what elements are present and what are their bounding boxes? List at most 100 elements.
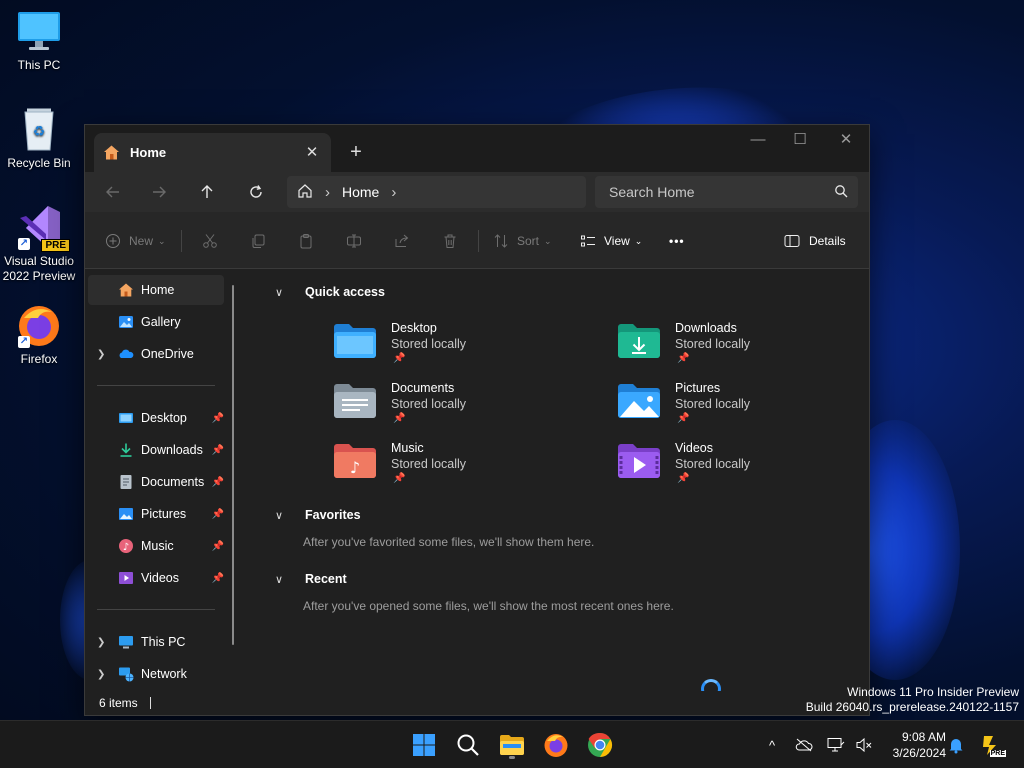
desktop-icon-recycle-bin[interactable]: ♻ Recycle Bin [0, 106, 78, 171]
svg-text:♪: ♪ [123, 542, 129, 553]
pin-icon[interactable]: 📌 [212, 509, 224, 520]
search-button[interactable] [452, 729, 484, 761]
rename-button[interactable] [346, 226, 362, 256]
pin-icon[interactable]: 📌 [212, 477, 224, 488]
quick-access-item-music[interactable]: ♪ Music Stored locally 📌 [333, 441, 553, 497]
maximize-button[interactable]: ☐ [777, 125, 823, 157]
pin-icon[interactable]: 📌 [212, 413, 224, 424]
quick-access-item-videos[interactable]: Videos Stored locally 📌 [617, 441, 837, 497]
sort-button[interactable]: Sort ⌄ [493, 226, 552, 256]
nav-item-downloads[interactable]: Downloads 📌 [88, 435, 224, 465]
shortcut-arrow-icon: ↗ [18, 336, 30, 348]
chevron-down-icon: ∨ [275, 286, 284, 299]
explorer-body: Home Gallery ❯ OneDrive Desktop 📌 Downlo… [85, 269, 869, 699]
details-pane-button[interactable]: Details [784, 226, 846, 256]
forward-button[interactable] [143, 178, 175, 206]
monitor-icon [16, 8, 62, 54]
favorites-empty-message: After you've favorited some files, we'll… [303, 535, 595, 549]
windows-logo-icon [413, 734, 435, 756]
divider [181, 230, 182, 252]
build-watermark: Build 26040.rs_prerelease.240122-1157 [805, 700, 1019, 714]
section-favorites[interactable]: ∨ Favorites [275, 508, 361, 522]
pin-icon[interactable]: 📌 [212, 541, 224, 552]
section-recent[interactable]: ∨ Recent [275, 572, 347, 586]
taskbar-file-explorer[interactable] [496, 729, 528, 761]
paste-button[interactable] [298, 226, 314, 256]
desktop-folder-icon [333, 323, 377, 359]
new-tab-button[interactable]: + [343, 139, 369, 165]
address-bar[interactable]: › Home › [287, 176, 586, 208]
system-clock[interactable]: 9:08 AM 3/26/2024 [880, 729, 946, 761]
notification-bell-icon[interactable] [944, 733, 968, 757]
network-icon[interactable] [824, 733, 848, 757]
pin-icon[interactable]: 📌 [212, 445, 224, 456]
tab-home[interactable]: Home ✕ [94, 133, 331, 172]
pin-icon[interactable]: 📌 [212, 573, 224, 584]
quick-access-item-documents[interactable]: Documents Stored locally 📌 [333, 381, 553, 437]
desktop-icon-firefox[interactable]: ↗ Firefox [0, 302, 78, 367]
nav-item-network[interactable]: ❯ Network [88, 659, 224, 689]
nav-item-home[interactable]: Home [88, 275, 224, 305]
view-button[interactable]: View ⌄ [580, 226, 642, 256]
scrollbar[interactable] [232, 285, 234, 645]
breadcrumb-separator[interactable]: › [325, 184, 330, 201]
minimize-button[interactable]: — [735, 125, 781, 157]
nav-item-desktop[interactable]: Desktop 📌 [88, 403, 224, 433]
firefox-icon [544, 734, 568, 757]
section-quick-access[interactable]: ∨ Quick access [275, 285, 385, 299]
quick-access-item-pictures[interactable]: Pictures Stored locally 📌 [617, 381, 837, 437]
up-button[interactable] [191, 178, 223, 206]
arrow-right-icon [153, 186, 166, 198]
nav-item-videos[interactable]: Videos 📌 [88, 563, 224, 593]
home-icon [118, 282, 134, 298]
nav-item-this-pc[interactable]: ❯ This PC [88, 627, 224, 657]
delete-button[interactable] [442, 226, 458, 256]
refresh-button[interactable] [240, 178, 272, 206]
navigation-bar: › Home › Search Home [85, 172, 869, 212]
copy-button[interactable] [250, 226, 266, 256]
tab-close-button[interactable]: ✕ [301, 142, 323, 164]
nav-item-music[interactable]: ♪ Music 📌 [88, 531, 224, 561]
desktop-icon-this-pc[interactable]: This PC [0, 8, 78, 73]
clock-time: 9:08 AM [901, 730, 946, 744]
quick-access-item-downloads[interactable]: Downloads Stored locally 📌 [617, 321, 837, 377]
close-button[interactable]: ✕ [823, 125, 869, 157]
search-input[interactable]: Search Home [595, 176, 858, 208]
sort-icon [494, 234, 508, 248]
taskbar-chrome[interactable] [584, 729, 616, 761]
visual-studio-icon: PRE ↗ [16, 204, 70, 252]
start-button[interactable] [408, 729, 440, 761]
chevron-down-icon: ∨ [275, 573, 284, 586]
divider [478, 230, 479, 252]
nav-item-onedrive[interactable]: ❯ OneDrive [88, 339, 224, 369]
chevron-right-icon[interactable]: ❯ [97, 637, 105, 648]
trash-icon [444, 234, 456, 248]
title-bar: Home ✕ + — ☐ ✕ [85, 125, 869, 172]
chevron-down-icon: ⌄ [158, 235, 166, 246]
back-button[interactable] [97, 178, 129, 206]
divider [97, 385, 215, 386]
more-options-button[interactable]: ••• [669, 226, 685, 256]
nav-item-gallery[interactable]: Gallery [88, 307, 224, 337]
nav-item-pictures[interactable]: Pictures 📌 [88, 499, 224, 529]
share-button[interactable] [394, 226, 410, 256]
nav-item-documents[interactable]: Documents 📌 [88, 467, 224, 497]
chrome-icon [588, 732, 613, 757]
taskbar-firefox[interactable] [540, 729, 572, 761]
quick-access-item-desktop[interactable]: Desktop Stored locally 📌 [333, 321, 553, 377]
breadcrumb-home[interactable]: Home [342, 184, 379, 200]
desktop-icon-visual-studio[interactable]: PRE ↗ Visual Studio 2022 Preview [0, 204, 78, 284]
divider [97, 609, 215, 610]
insider-preview-icon[interactable]: PRE [978, 733, 1006, 757]
svg-text:♪: ♪ [350, 458, 360, 477]
chevron-right-icon[interactable]: ❯ [97, 349, 105, 360]
network-icon [118, 666, 134, 682]
show-hidden-icons-button[interactable]: ^ [760, 733, 784, 757]
new-button[interactable]: New ⌄ [105, 226, 166, 256]
breadcrumb-separator[interactable]: › [391, 184, 396, 201]
chevron-right-icon[interactable]: ❯ [97, 669, 105, 680]
onedrive-cloud-off-icon[interactable] [792, 733, 816, 757]
cut-button[interactable] [202, 226, 218, 256]
gallery-icon [118, 314, 134, 330]
volume-muted-icon[interactable] [852, 733, 876, 757]
